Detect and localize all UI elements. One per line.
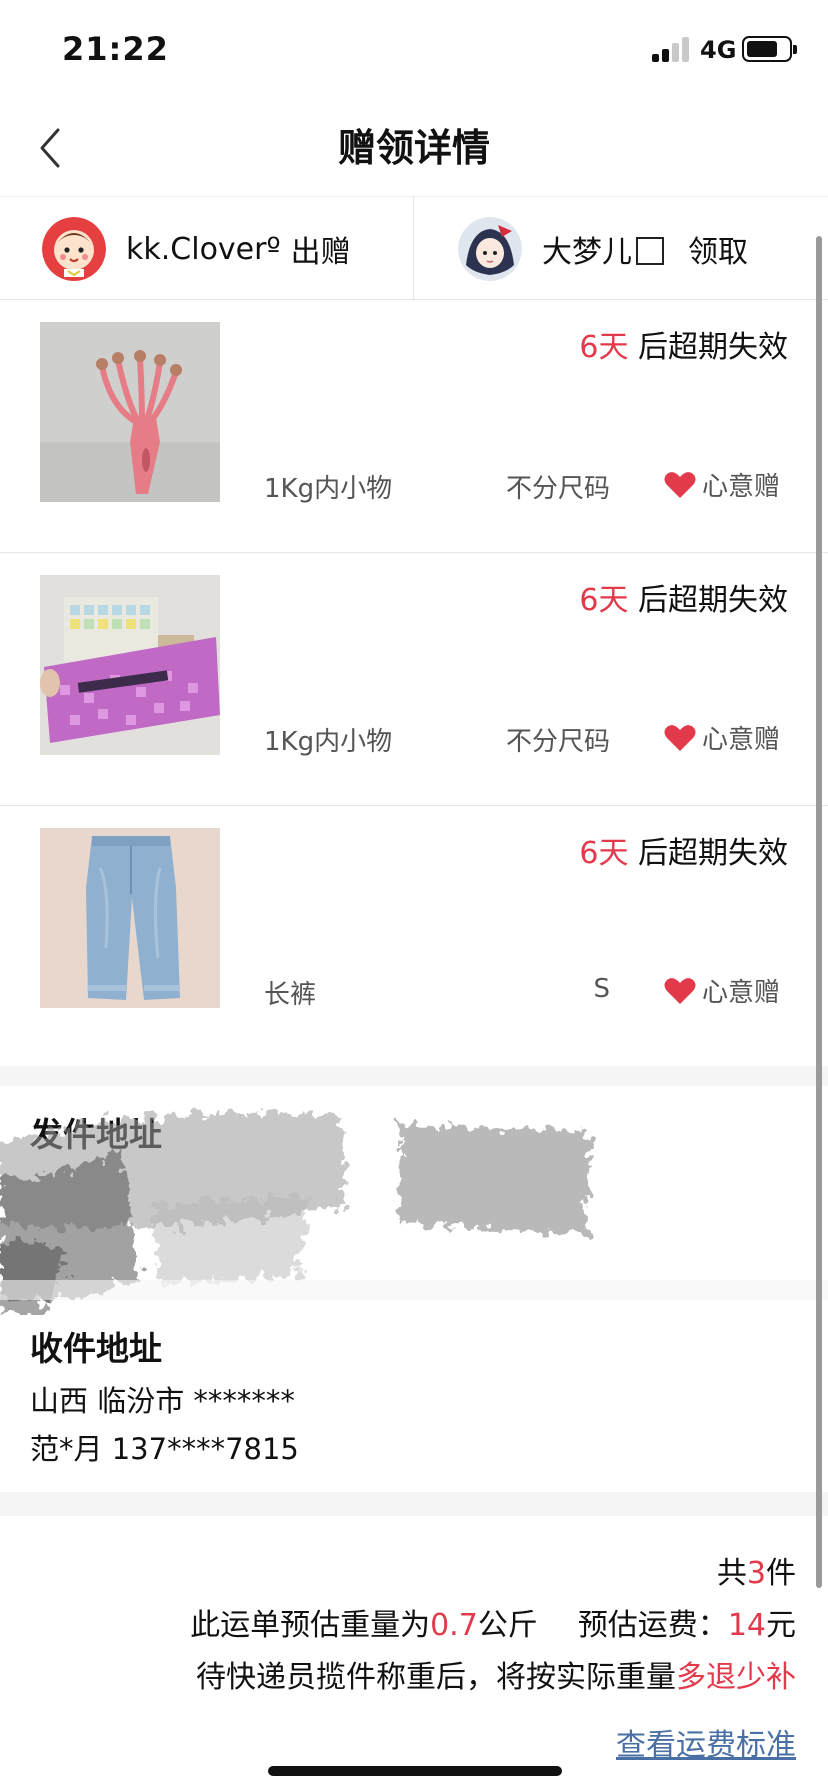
item-photo-jeans xyxy=(40,828,220,1008)
signal-icon xyxy=(652,36,692,62)
item-size: 不分尺码 xyxy=(505,727,610,757)
section-gap xyxy=(0,1066,828,1086)
screen: 21:22 4G 赠领详情 kk.Cloverº 出赠 大梦儿 领取 6天 后超… xyxy=(0,0,828,1792)
section-gap xyxy=(0,1492,828,1516)
item-count: 共3件 xyxy=(716,1556,796,1591)
giver-action: 出赠 xyxy=(290,235,351,270)
heart-icon xyxy=(664,471,696,498)
gift-type: 心意赠 xyxy=(664,972,780,1009)
gift-item[interactable]: 6天 后超期失效 1Kg内小物 不分尺码 心意赠 xyxy=(0,300,828,553)
giver-avatar xyxy=(42,217,106,281)
home-indicator[interactable] xyxy=(268,1766,562,1776)
weight-fee-line: 此运单预估重量为0.7公斤 预估运费：14元 xyxy=(190,1608,796,1643)
status-bar: 21:22 4G xyxy=(0,0,828,100)
fee-note: 待快递员揽件称重后，将按实际重量多退少补 xyxy=(196,1660,796,1695)
item-category: 长裤 xyxy=(264,980,317,1010)
giver[interactable]: kk.Cloverº 出赠 xyxy=(42,197,351,301)
item-size: S xyxy=(593,974,610,1004)
gift-item[interactable]: 6天 后超期失效 1Kg内小物 不分尺码 心意赠 xyxy=(0,553,828,806)
item-size: 不分尺码 xyxy=(505,474,610,504)
heart-icon xyxy=(664,724,696,751)
network-type: 4G xyxy=(700,36,737,64)
item-photo-head-massager xyxy=(40,322,220,502)
gift-type: 心意赠 xyxy=(664,719,780,756)
participants-row: kk.Cloverº 出赠 大梦儿 领取 xyxy=(0,196,828,301)
heart-icon xyxy=(664,977,696,1004)
scrollbar[interactable] xyxy=(816,236,822,1588)
section-gap xyxy=(0,1280,828,1300)
item-category: 1Kg内小物 xyxy=(264,727,393,757)
expiry-text: 6天 后超期失效 xyxy=(579,583,788,618)
missing-glyph-icon xyxy=(636,237,664,265)
receiver[interactable]: 大梦儿 领取 xyxy=(458,197,748,301)
expiry-text: 6天 后超期失效 xyxy=(579,330,788,365)
giver-name: kk.Cloverº xyxy=(126,231,281,267)
page-title: 赠领详情 xyxy=(337,126,490,170)
receiver-avatar xyxy=(458,217,522,281)
receiver-name: 大梦儿 xyxy=(542,227,664,271)
battery-icon xyxy=(742,36,797,62)
status-time: 21:22 xyxy=(62,30,169,68)
expiry-text: 6天 后超期失效 xyxy=(579,836,788,871)
gift-type: 心意赠 xyxy=(664,466,780,503)
receiver-action: 领取 xyxy=(688,235,748,270)
nav-bar: 赠领详情 xyxy=(0,100,828,196)
receiver-contact: 范*月 137****7815 xyxy=(30,1432,299,1466)
item-category: 1Kg内小物 xyxy=(264,474,393,504)
gift-item[interactable]: 6天 后超期失效 长裤 S 心意赠 xyxy=(0,806,828,1059)
receiver-address-line: 山西 临汾市 ******* xyxy=(30,1384,295,1418)
receiver-address-title: 收件地址 xyxy=(30,1329,162,1368)
view-fee-standard-link[interactable]: 查看运费标准 xyxy=(616,1720,796,1764)
divider xyxy=(413,197,414,301)
item-photo-craft-box xyxy=(40,575,220,755)
